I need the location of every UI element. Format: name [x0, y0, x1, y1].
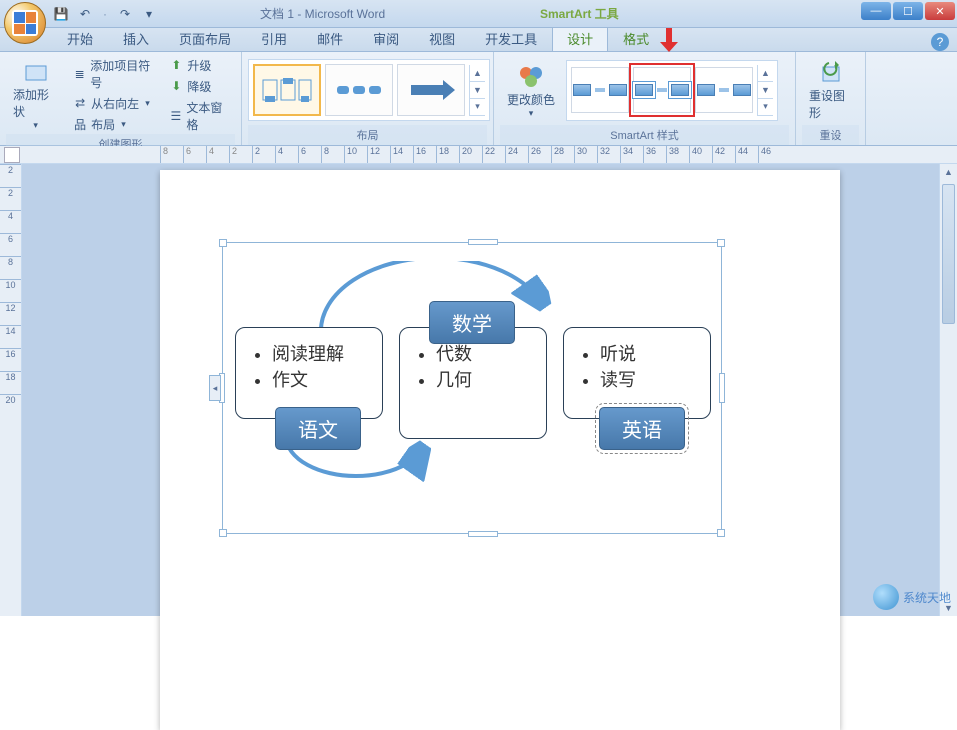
tab-page-layout[interactable]: 页面布局: [164, 25, 246, 51]
demote-button[interactable]: ⬇降级: [165, 77, 235, 96]
demote-icon: ⬇: [169, 79, 183, 93]
box1-item-2: 作文: [272, 366, 366, 392]
group-reset-label: 重设: [802, 125, 859, 145]
document-page[interactable]: ◂ 阅读理解 作文 语文: [160, 170, 840, 730]
promote-icon: ⬆: [169, 58, 183, 72]
group-smartart-styles: 更改颜色 ▾ ▲ ▼ ▾ SmartArt 样式: [494, 52, 796, 145]
document-title: 文档 1 - Microsoft Word: [260, 5, 385, 22]
bullet-icon: ≣: [73, 67, 86, 81]
text-pane-toggle[interactable]: ◂: [209, 375, 221, 401]
text-pane-button[interactable]: ☰文本窗格: [165, 98, 235, 134]
box2-item-2: 几何: [436, 366, 530, 392]
style-item-3[interactable]: [695, 67, 753, 113]
smartart-label-2[interactable]: 数学: [429, 301, 515, 344]
add-bullet-button[interactable]: ≣添加项目符号: [69, 56, 161, 92]
reset-graphic-button[interactable]: 重设图形: [802, 56, 859, 124]
promote-button[interactable]: ⬆升级: [165, 56, 235, 75]
rtl-icon: ⇄: [73, 96, 87, 110]
smartart-frame[interactable]: ◂ 阅读理解 作文 语文: [222, 242, 722, 534]
document-workspace: 22468101214161820 ◂: [0, 164, 957, 616]
gallery-down-icon[interactable]: ▼: [470, 82, 485, 99]
smartart-label-1[interactable]: 语文: [275, 407, 361, 450]
layout-item-3[interactable]: [397, 64, 465, 116]
redo-icon[interactable]: ↷: [116, 5, 134, 23]
tab-home[interactable]: 开始: [52, 25, 108, 51]
tab-design[interactable]: 设计: [552, 25, 608, 51]
styles-up-icon[interactable]: ▲: [758, 65, 773, 82]
change-colors-button[interactable]: 更改颜色 ▾: [500, 58, 562, 122]
context-tool-title: SmartArt 工具: [540, 5, 619, 22]
annotation-arrow-icon: [660, 28, 678, 52]
ribbon-tabs: 开始 插入 页面布局 引用 邮件 审阅 视图 开发工具 设计 格式 ?: [0, 28, 957, 52]
close-button[interactable]: ✕: [925, 2, 955, 20]
box3-item-1: 听说: [600, 340, 694, 366]
help-icon[interactable]: ?: [931, 33, 949, 51]
tab-developer[interactable]: 开发工具: [470, 25, 552, 51]
styles-more-icon[interactable]: ▾: [758, 99, 773, 116]
vertical-ruler[interactable]: 22468101214161820: [0, 164, 22, 616]
reset-graphic-label: 重设图形: [809, 87, 852, 121]
horizontal-ruler[interactable]: 8642246810121416182022242628303234363840…: [0, 146, 957, 164]
ribbon: 添加形状 ▾ ≣添加项目符号 ⇄从右向左▾ 品布局▾ ⬆升级 ⬇降级 ☰文本窗格…: [0, 52, 957, 146]
group-styles-label: SmartArt 样式: [500, 125, 789, 145]
change-colors-label: 更改颜色: [507, 91, 555, 108]
group-create-graphic: 添加形状 ▾ ≣添加项目符号 ⇄从右向左▾ 品布局▾ ⬆升级 ⬇降级 ☰文本窗格…: [0, 52, 242, 145]
layout-item-2[interactable]: [325, 64, 393, 116]
gallery-up-icon[interactable]: ▲: [470, 65, 485, 82]
tab-mailings[interactable]: 邮件: [302, 25, 358, 51]
right-to-left-button[interactable]: ⇄从右向左▾: [69, 94, 161, 113]
layout-icon: 品: [73, 117, 87, 131]
styles-gallery: ▲ ▼ ▾: [566, 60, 778, 121]
group-reset: 重设图形 重设: [796, 52, 866, 145]
tab-selector[interactable]: [4, 147, 20, 163]
layout-gallery-controls: ▲ ▼ ▾: [469, 65, 485, 116]
smartart-box-1[interactable]: 阅读理解 作文: [235, 327, 383, 419]
add-shape-button[interactable]: 添加形状 ▾: [6, 55, 65, 134]
save-icon[interactable]: 💾: [52, 5, 70, 23]
globe-icon: [873, 584, 899, 610]
styles-down-icon[interactable]: ▼: [758, 82, 773, 99]
maximize-button[interactable]: ☐: [893, 2, 923, 20]
group-layouts: ▲ ▼ ▾ 布局: [242, 52, 494, 145]
tab-format[interactable]: 格式: [608, 25, 664, 51]
add-shape-label: 添加形状: [13, 86, 58, 120]
style-item-2[interactable]: [633, 67, 691, 113]
layout-gallery: ▲ ▼ ▾: [248, 59, 490, 121]
tab-insert[interactable]: 插入: [108, 25, 164, 51]
quick-access-toolbar: 💾 ↶ · ↷ ▾: [52, 5, 158, 23]
layout-item-1[interactable]: [253, 64, 321, 116]
smartart-canvas[interactable]: 阅读理解 作文 语文 代数 几何 数学 听说 读: [231, 251, 713, 525]
scroll-up-icon[interactable]: ▲: [940, 164, 957, 180]
watermark-text: 系统天地: [903, 589, 951, 606]
smartart-label-3[interactable]: 英语: [599, 407, 685, 450]
office-button[interactable]: [4, 2, 46, 44]
group-layouts-label: 布局: [248, 125, 487, 145]
vertical-scrollbar[interactable]: ▲ ▼: [939, 164, 957, 616]
watermark: 系统天地: [873, 584, 951, 610]
gallery-more-icon[interactable]: ▾: [470, 99, 485, 116]
box1-item-1: 阅读理解: [272, 340, 366, 366]
layout-button[interactable]: 品布局▾: [69, 115, 161, 134]
window-controls: — ☐ ✕: [861, 2, 955, 20]
style-item-1[interactable]: [571, 67, 629, 113]
styles-gallery-controls: ▲ ▼ ▾: [757, 65, 773, 116]
tab-references[interactable]: 引用: [246, 25, 302, 51]
titlebar: 💾 ↶ · ↷ ▾ 文档 1 - Microsoft Word SmartArt…: [0, 0, 957, 28]
box3-item-2: 读写: [600, 366, 694, 392]
undo-icon[interactable]: ↶: [76, 5, 94, 23]
tab-review[interactable]: 审阅: [358, 25, 414, 51]
scroll-thumb[interactable]: [942, 184, 955, 324]
text-pane-icon: ☰: [169, 109, 182, 123]
qat-sep: ·: [100, 7, 110, 21]
qat-more-icon[interactable]: ▾: [140, 5, 158, 23]
minimize-button[interactable]: —: [861, 2, 891, 20]
smartart-box-3[interactable]: 听说 读写: [563, 327, 711, 419]
tab-view[interactable]: 视图: [414, 25, 470, 51]
